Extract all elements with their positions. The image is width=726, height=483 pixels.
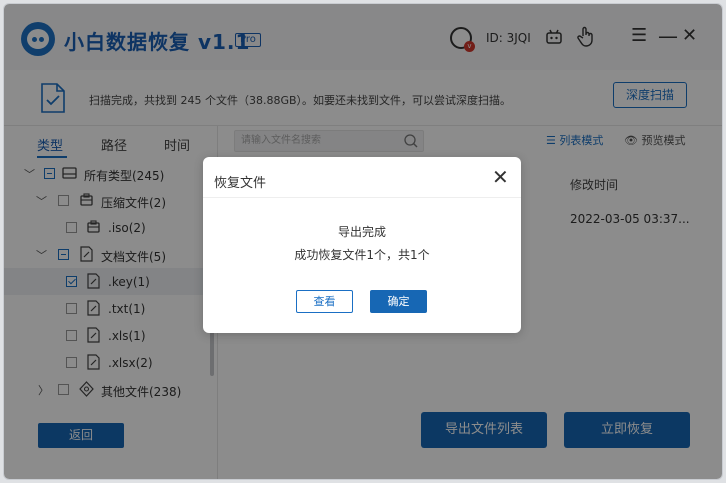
dialog-title: 恢复文件 bbox=[214, 176, 267, 191]
view-button[interactable]: 查看 bbox=[296, 290, 353, 313]
recover-dialog: 恢复文件 ✕ 导出完成 成功恢复文件1个，共1个 查看 确定 bbox=[203, 157, 521, 333]
ok-button[interactable]: 确定 bbox=[370, 290, 427, 313]
dialog-message-body: 成功恢复文件1个，共1个 bbox=[294, 248, 430, 262]
close-icon[interactable]: ✕ bbox=[492, 165, 509, 189]
app-window: 小白数据恢复 v1.1 Pro v ID: 3JQI ☰ — ✕ 扫描完成，共找… bbox=[3, 3, 723, 480]
dialog-divider bbox=[203, 197, 521, 198]
dialog-message-title: 导出完成 bbox=[337, 225, 386, 239]
